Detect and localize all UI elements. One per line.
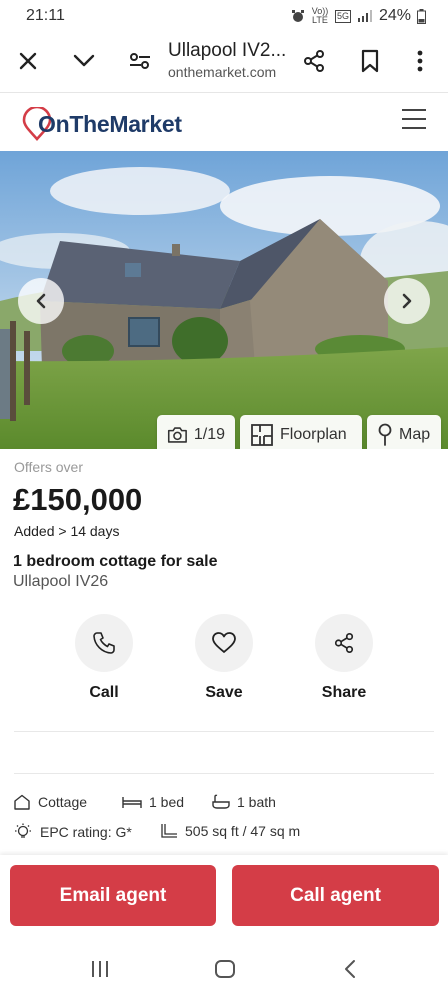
property-type: Cottage — [38, 794, 88, 810]
epc-rating: EPC rating: G* — [40, 824, 132, 840]
listing-title: 1 bedroom cottage for sale — [13, 553, 218, 570]
home-icon — [215, 960, 235, 978]
feature-bedrooms: 1 bed — [122, 794, 184, 810]
back-icon — [345, 960, 355, 978]
floor-area-icon — [161, 824, 177, 838]
added-date: Added > 14 days — [14, 523, 120, 539]
map-button[interactable]: Map — [367, 415, 441, 449]
page-domain: onthemarket.com — [168, 64, 277, 80]
menu-line — [402, 127, 426, 129]
feature-epc-rating: EPC rating: G* — [13, 823, 132, 841]
site-logo[interactable]: OnTheMarket — [22, 107, 182, 141]
more-vert-icon — [417, 50, 423, 72]
signal-icon — [357, 10, 372, 22]
email-agent-button[interactable]: Email agent — [10, 865, 216, 926]
property-photo-gallery[interactable]: 1/19 Floorplan Map — [0, 151, 448, 449]
phone-icon — [93, 632, 115, 654]
hamburger-menu-button[interactable] — [402, 109, 426, 131]
share-icon — [334, 633, 354, 653]
close-tab-button[interactable] — [6, 39, 50, 83]
chevron-down-icon — [73, 54, 95, 67]
alarm-icon — [291, 10, 304, 22]
feature-property-type: Cottage — [13, 794, 87, 810]
contact-agent-bar: Email agent Call agent — [0, 855, 448, 943]
photo-count-button[interactable]: 1/19 — [157, 415, 235, 449]
chevron-right-icon — [402, 293, 412, 309]
menu-line — [402, 118, 426, 120]
bed-icon — [122, 797, 142, 808]
price-qualifier: Offers over — [14, 459, 83, 475]
call-action[interactable]: Call — [59, 614, 149, 702]
volte-indicator: Vo)) LTE — [311, 6, 329, 25]
photo-count: 1/19 — [193, 426, 225, 443]
back-button[interactable] — [343, 959, 357, 984]
more-options-button[interactable] — [398, 39, 442, 83]
logo-text: OnTheMarket — [38, 110, 182, 137]
feature-floor-area: 505 sq ft / 47 sq m — [160, 823, 300, 839]
url-bar[interactable]: Ullapool IV2... onthemarket.com — [168, 40, 288, 80]
bookmark-icon — [361, 49, 379, 73]
tune-icon — [130, 53, 150, 69]
home-button[interactable] — [214, 959, 236, 984]
chevron-left-icon — [36, 293, 46, 309]
browser-toolbar: Ullapool IV2... onthemarket.com — [0, 32, 448, 90]
recent-apps-icon — [92, 961, 108, 977]
floorplan-icon — [251, 424, 273, 446]
heart-icon — [212, 632, 236, 653]
collapse-button[interactable] — [62, 39, 106, 83]
close-icon — [19, 52, 37, 70]
floor-area: 505 sq ft / 47 sq m — [185, 823, 301, 839]
save-action[interactable]: Save — [179, 614, 269, 702]
section-divider — [14, 731, 434, 732]
camera-icon — [167, 427, 187, 443]
call-action-label: Call — [89, 684, 119, 701]
floorplan-label: Floorplan — [280, 426, 347, 443]
share-action-circle[interactable] — [315, 614, 373, 672]
share-icon — [304, 50, 324, 72]
battery-level: 24% — [378, 7, 411, 24]
system-navigation-bar — [0, 943, 448, 998]
status-time: 21:11 — [26, 7, 65, 24]
section-divider — [14, 773, 434, 774]
floorplan-button[interactable]: Floorplan — [240, 415, 362, 449]
call-action-circle[interactable] — [75, 614, 133, 672]
map-pin-icon — [378, 423, 392, 446]
save-action-label: Save — [205, 684, 243, 701]
lightbulb-icon — [15, 823, 31, 838]
save-action-circle[interactable] — [195, 614, 253, 672]
cottage-photo — [0, 151, 448, 449]
listing-location: Ullapool IV26 — [13, 573, 109, 590]
page-title: Ullapool IV2... — [168, 40, 287, 61]
listing-price: £150,000 — [13, 482, 143, 517]
battery-icon — [417, 8, 426, 24]
feature-bathrooms: 1 bath — [212, 794, 276, 810]
next-photo-button[interactable] — [384, 278, 430, 324]
share-action-label: Share — [321, 684, 367, 701]
menu-line — [402, 109, 426, 111]
previous-photo-button[interactable] — [18, 278, 64, 324]
call-agent-button[interactable]: Call agent — [232, 865, 439, 926]
house-icon — [14, 794, 30, 810]
network-indicator: 5G — [334, 9, 351, 23]
bookmark-button[interactable] — [348, 39, 392, 83]
site-settings-button[interactable] — [118, 39, 162, 83]
bathroom-count: 1 bath — [237, 794, 276, 810]
bath-icon — [212, 794, 230, 809]
share-page-button[interactable] — [292, 39, 336, 83]
map-label: Map — [399, 426, 431, 443]
status-bar: 21:11 Vo)) LTE 5G 24% — [0, 0, 448, 32]
site-header: OnTheMarket — [0, 93, 448, 151]
share-action[interactable]: Share — [299, 614, 389, 702]
recent-apps-button[interactable] — [90, 959, 110, 984]
bedroom-count: 1 bed — [149, 794, 185, 810]
status-icons: Vo)) LTE 5G 24% — [291, 7, 426, 25]
